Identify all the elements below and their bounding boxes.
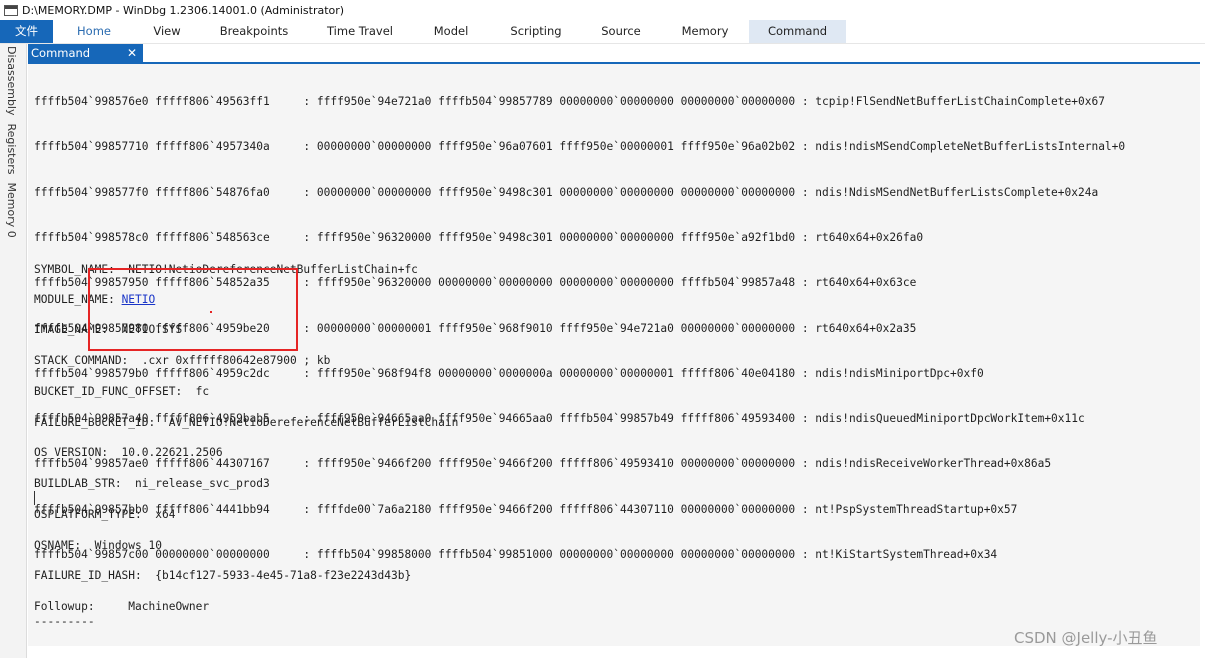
windbg-app-icon <box>4 4 18 16</box>
tab-breakpoints[interactable]: Breakpoints <box>210 20 298 43</box>
failure-id-hash-line: FAILURE_ID_HASH: {b14cf127-5933-4e45-71a… <box>34 569 412 582</box>
close-icon[interactable]: ✕ <box>124 44 140 62</box>
stack-line: ffffb504`99857c00 00000000`00000000 : ff… <box>34 548 998 561</box>
annotation-dot <box>210 311 212 313</box>
watermark-text: CSDN @Jelly-小丑鱼 <box>1014 629 1158 647</box>
osplatform-type-line: OSPLATFORM_TYPE: x64 <box>34 508 176 521</box>
tab-scripting[interactable]: Scripting <box>498 20 574 43</box>
stack-line: ffffb504`998576e0 fffff806`49563ff1 : ff… <box>34 95 1105 109</box>
tab-model[interactable]: Model <box>422 20 480 43</box>
command-tab-label: Command <box>31 46 91 60</box>
stack-line: ffffb504`998578c0 fffff806`548563ce : ff… <box>34 231 924 245</box>
tab-view[interactable]: View <box>142 20 192 43</box>
tab-source[interactable]: Source <box>592 20 650 43</box>
tab-time-travel[interactable]: Time Travel <box>318 20 402 43</box>
side-tab-disassembly[interactable]: Disassembly <box>5 46 18 116</box>
side-panel-tabs: Disassembly Registers Memory 0 <box>0 44 27 658</box>
text-caret <box>34 491 35 505</box>
ribbon-tab-bar: 文件 Home View Breakpoints Time Travel Mod… <box>0 20 1205 44</box>
file-menu-tab[interactable]: 文件 <box>0 20 53 43</box>
tab-memory[interactable]: Memory <box>668 20 742 43</box>
side-tab-memory-0[interactable]: Memory 0 <box>5 183 18 238</box>
os-version-line: OS_VERSION: 10.0.22621.2506 <box>34 446 223 459</box>
stack-line: ffffb504`998577f0 fffff806`54876fa0 : 00… <box>34 185 1099 199</box>
stack-line: ffffb504`998579b0 fffff806`4959c2dc : ff… <box>34 366 984 380</box>
followup-line: Followup: MachineOwner <box>34 600 210 613</box>
window-title: D:\MEMORY.DMP - WinDbg 1.2306.14001.0 (A… <box>22 3 345 17</box>
stack-command-line: STACK_COMMAND: .cxr 0xfffff80642e87900 ;… <box>34 354 331 367</box>
title-bar: D:\MEMORY.DMP - WinDbg 1.2306.14001.0 (A… <box>0 0 1205 20</box>
command-document-tab[interactable]: Command ✕ <box>28 44 143 62</box>
highlight-annotation-box <box>88 268 298 351</box>
buildlab-str-line: BUILDLAB_STR: ni_release_svc_prod3 <box>34 477 270 490</box>
stack-line: ffffb504`99857bb0 fffff806`4441bb94 : ff… <box>34 502 1018 516</box>
osname-line: OSNAME: Windows 10 <box>34 539 162 552</box>
tab-command[interactable]: Command <box>749 20 846 43</box>
failure-bucket-id-line: FAILURE_BUCKET_ID: AV_NETIO!NetioDerefer… <box>34 416 459 429</box>
side-tab-registers[interactable]: Registers <box>5 124 18 175</box>
tab-home[interactable]: Home <box>62 20 126 43</box>
bucket-id-func-offset-line: BUCKET_ID_FUNC_OFFSET: fc <box>34 385 210 398</box>
separator-line: --------- <box>34 615 95 628</box>
command-output[interactable]: ffffb504`998576e0 fffff806`49563ff1 : ff… <box>28 64 1200 646</box>
stack-line: ffffb504`99857710 fffff806`4957340a : 00… <box>34 140 1126 154</box>
